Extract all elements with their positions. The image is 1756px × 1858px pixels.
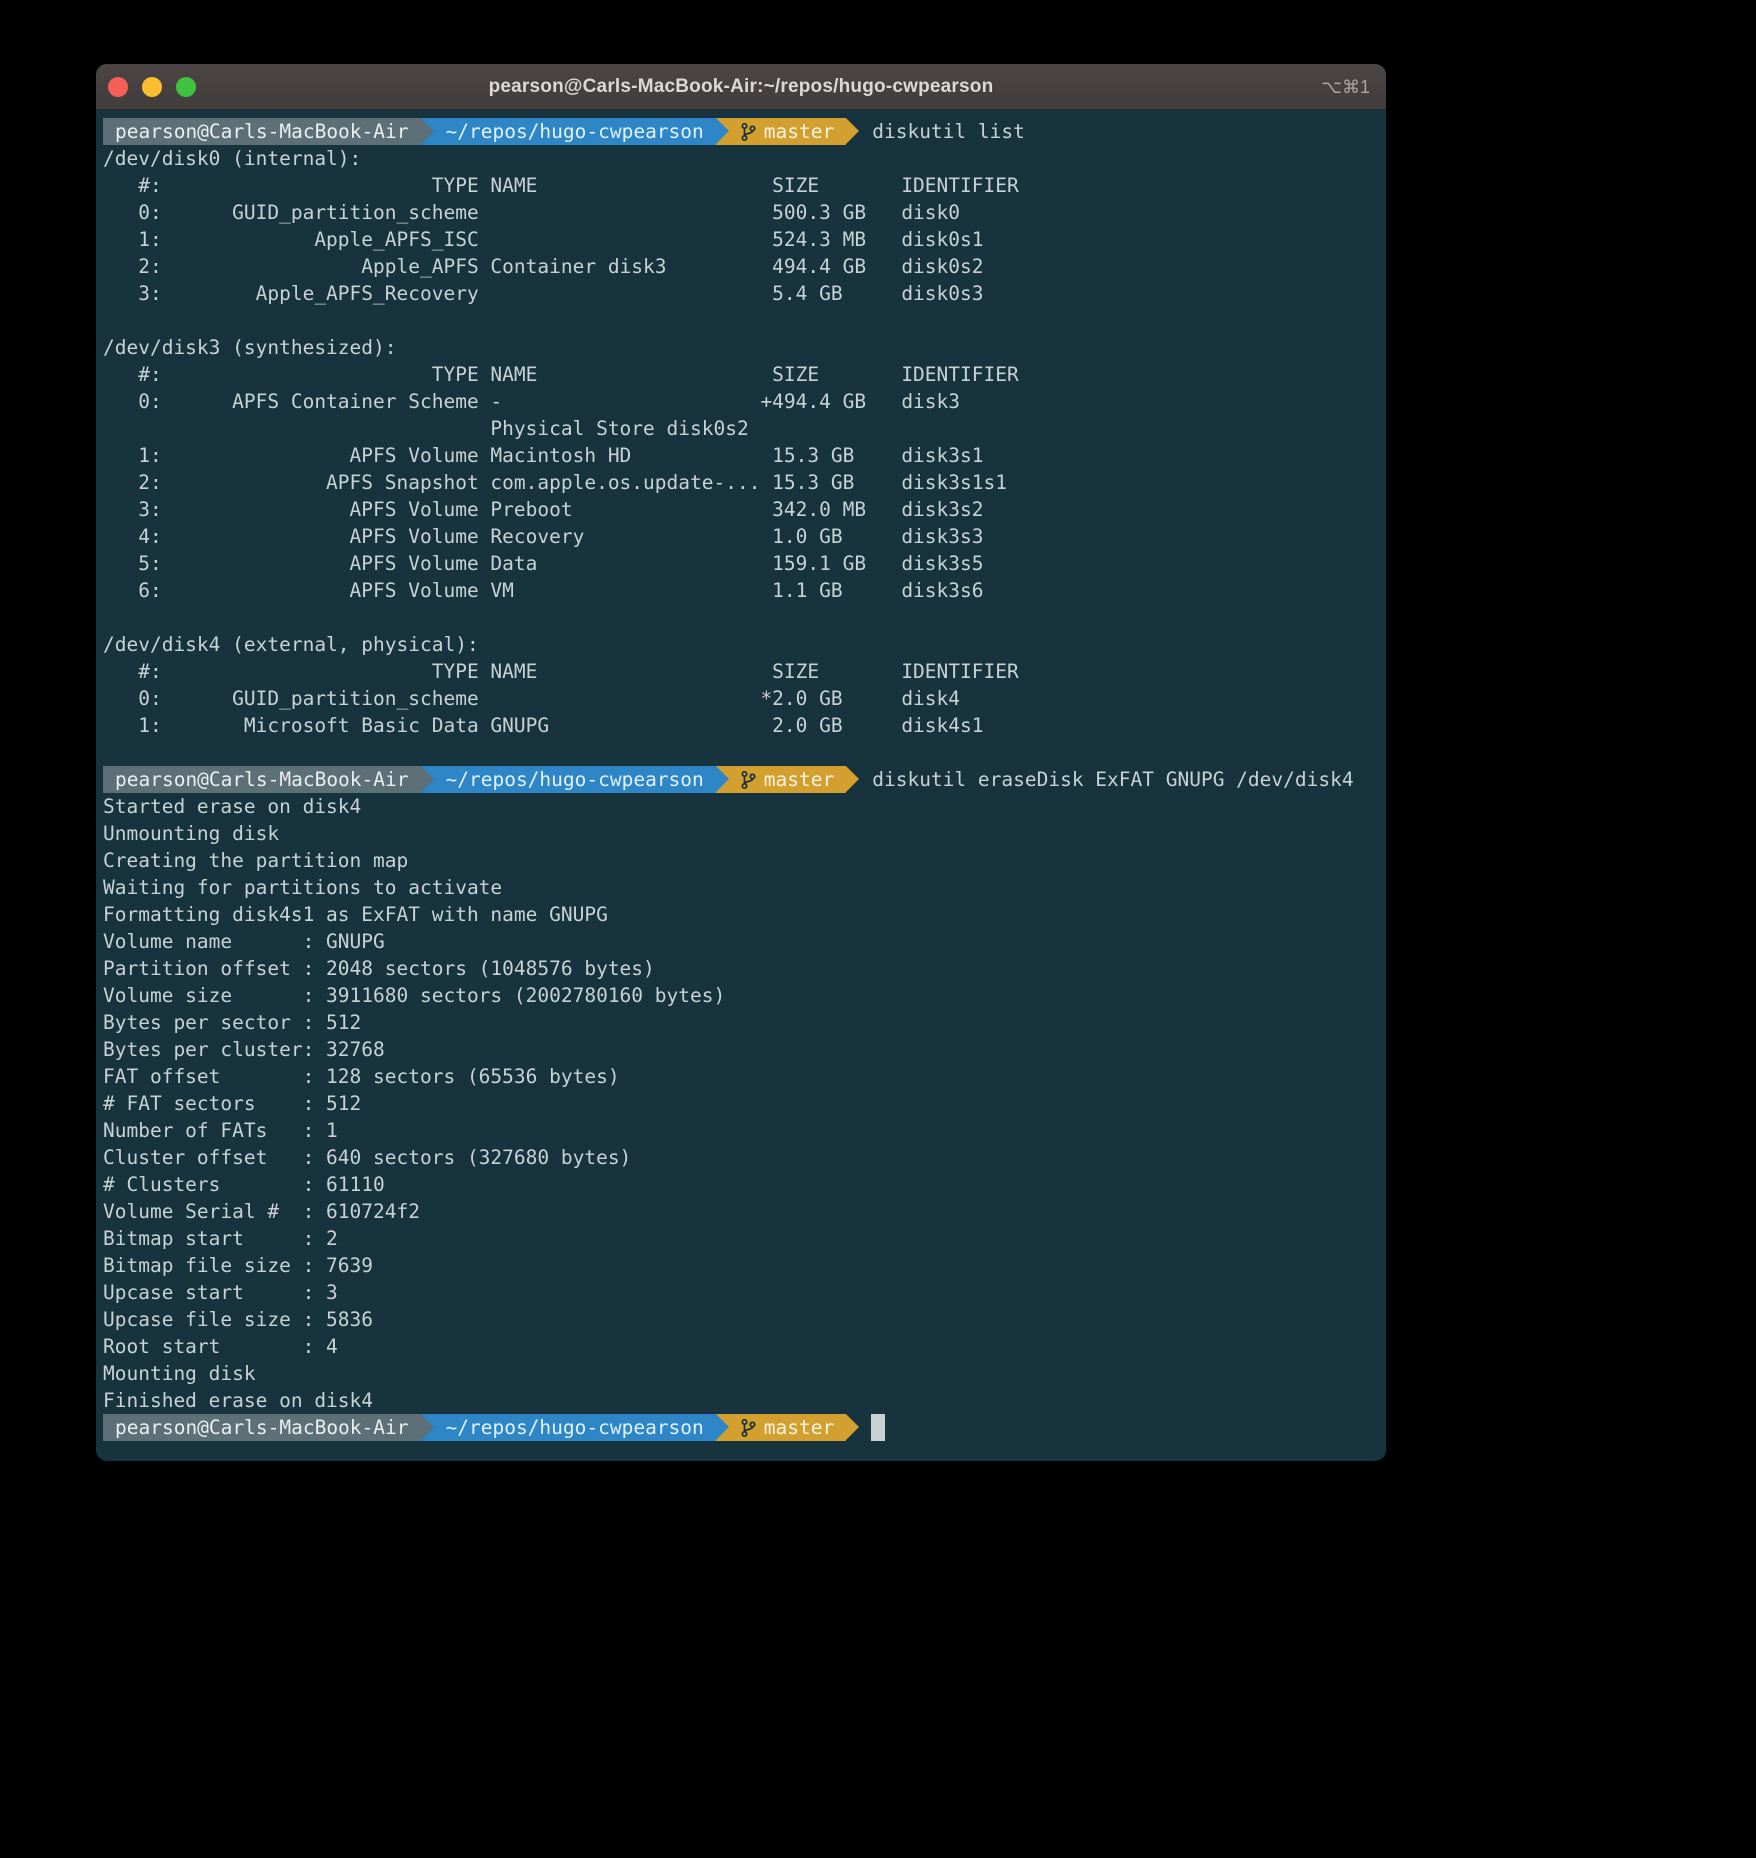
terminal-output-line: FAT offset : 128 sectors (65536 bytes) xyxy=(103,1063,1386,1090)
powerline-arrow-icon xyxy=(716,766,729,793)
prompt-branch-segment: master xyxy=(729,766,846,793)
terminal-output-line: Number of FATs : 1 xyxy=(103,1117,1386,1144)
terminal-output-line: Volume name : GNUPG xyxy=(103,928,1386,955)
terminal-output-line xyxy=(103,307,1386,334)
terminal-output-line: #: TYPE NAME SIZE IDENTIFIER xyxy=(103,172,1386,199)
terminal-output-line: 1: Apple_APFS_ISC 524.3 MB disk0s1 xyxy=(103,226,1386,253)
terminal-output-line: 2: Apple_APFS Container disk3 494.4 GB d… xyxy=(103,253,1386,280)
powerline-arrow-icon xyxy=(846,1414,859,1441)
prompt-branch-segment: master xyxy=(729,1414,846,1441)
prompt-path-segment: ~/repos/hugo-cwpearson xyxy=(434,118,716,145)
terminal-output-line: Bytes per sector : 512 xyxy=(103,1009,1386,1036)
powerline-arrow-icon xyxy=(421,118,434,145)
terminal-output-line: 5: APFS Volume Data 159.1 GB disk3s5 xyxy=(103,550,1386,577)
terminal-output-line: Finished erase on disk4 xyxy=(103,1387,1386,1414)
diskutil-list-output: /dev/disk0 (internal): #: TYPE NAME SIZE… xyxy=(103,145,1386,766)
terminal-output-line: Waiting for partitions to activate xyxy=(103,874,1386,901)
powerline-arrow-icon xyxy=(421,1414,434,1441)
terminal-output-line: # FAT sectors : 512 xyxy=(103,1090,1386,1117)
terminal-output-line: Root start : 4 xyxy=(103,1333,1386,1360)
terminal-output-line: /dev/disk0 (internal): xyxy=(103,145,1386,172)
terminal-output-line: 0: APFS Container Scheme - +494.4 GB dis… xyxy=(103,388,1386,415)
terminal-output-line: #: TYPE NAME SIZE IDENTIFIER xyxy=(103,361,1386,388)
git-branch-icon xyxy=(741,122,756,142)
prompt-path-segment: ~/repos/hugo-cwpearson xyxy=(434,766,716,793)
terminal-output-line: Volume Serial # : 610724f2 xyxy=(103,1198,1386,1225)
terminal-output-line: Formatting disk4s1 as ExFAT with name GN… xyxy=(103,901,1386,928)
prompt-line-3[interactable]: pearson@Carls-MacBook-Air ~/repos/hugo-c… xyxy=(103,1414,1386,1441)
git-branch-icon xyxy=(741,1418,756,1438)
terminal-output-line: 3: APFS Volume Preboot 342.0 MB disk3s2 xyxy=(103,496,1386,523)
prompt-path-segment: ~/repos/hugo-cwpearson xyxy=(434,1414,716,1441)
prompt-branch-segment: master xyxy=(729,118,846,145)
terminal-output-line: Started erase on disk4 xyxy=(103,793,1386,820)
git-branch-icon xyxy=(741,770,756,790)
prompt-line-2: pearson@Carls-MacBook-Air ~/repos/hugo-c… xyxy=(103,766,1386,793)
branch-name: master xyxy=(764,118,834,145)
terminal-window: pearson@Carls-MacBook-Air:~/repos/hugo-c… xyxy=(96,64,1386,1461)
powerline-arrow-icon xyxy=(716,118,729,145)
terminal-output-line: /dev/disk4 (external, physical): xyxy=(103,631,1386,658)
close-button[interactable] xyxy=(108,77,128,97)
desktop-background: { "window": { "title": "pearson@Carls-Ma… xyxy=(0,0,1756,1858)
terminal-output-line: 2: APFS Snapshot com.apple.os.update-...… xyxy=(103,469,1386,496)
window-shortcut-badge: ⌥⌘1 xyxy=(1321,64,1370,110)
traffic-lights xyxy=(108,77,196,97)
terminal-output-line: Upcase start : 3 xyxy=(103,1279,1386,1306)
branch-name: master xyxy=(764,766,834,793)
powerline-arrow-icon xyxy=(846,766,859,793)
terminal-output-line xyxy=(103,739,1386,766)
prompt-user-segment: pearson@Carls-MacBook-Air xyxy=(103,118,421,145)
prompt-user-segment: pearson@Carls-MacBook-Air xyxy=(103,766,421,793)
terminal-output-line: 3: Apple_APFS_Recovery 5.4 GB disk0s3 xyxy=(103,280,1386,307)
terminal-output-line: Bytes per cluster: 32768 xyxy=(103,1036,1386,1063)
terminal-output-line: Upcase file size : 5836 xyxy=(103,1306,1386,1333)
powerline-arrow-icon xyxy=(846,118,859,145)
erase-disk-output: Started erase on disk4Unmounting diskCre… xyxy=(103,793,1386,1414)
terminal-output-line: Physical Store disk0s2 xyxy=(103,415,1386,442)
terminal-output-line: 4: APFS Volume Recovery 1.0 GB disk3s3 xyxy=(103,523,1386,550)
window-title: pearson@Carls-MacBook-Air:~/repos/hugo-c… xyxy=(96,76,1386,98)
terminal-output-line: 1: APFS Volume Macintosh HD 15.3 GB disk… xyxy=(103,442,1386,469)
terminal-cursor xyxy=(871,1414,885,1441)
terminal-output-line: 0: GUID_partition_scheme *2.0 GB disk4 xyxy=(103,685,1386,712)
titlebar[interactable]: pearson@Carls-MacBook-Air:~/repos/hugo-c… xyxy=(96,64,1386,110)
terminal-output-line: # Clusters : 61110 xyxy=(103,1171,1386,1198)
terminal-body[interactable]: pearson@Carls-MacBook-Air ~/repos/hugo-c… xyxy=(96,110,1386,1441)
terminal-output-line: Bitmap start : 2 xyxy=(103,1225,1386,1252)
terminal-output-line: 0: GUID_partition_scheme 500.3 GB disk0 xyxy=(103,199,1386,226)
terminal-output-line: #: TYPE NAME SIZE IDENTIFIER xyxy=(103,658,1386,685)
prompt-user-segment: pearson@Carls-MacBook-Air xyxy=(103,1414,421,1441)
terminal-output-line: Mounting disk xyxy=(103,1360,1386,1387)
command-text: diskutil list xyxy=(872,118,1025,145)
branch-name: master xyxy=(764,1414,834,1441)
minimize-button[interactable] xyxy=(142,77,162,97)
terminal-output-line: /dev/disk3 (synthesized): xyxy=(103,334,1386,361)
command-text: diskutil eraseDisk ExFAT GNUPG /dev/disk… xyxy=(872,766,1353,793)
terminal-output-line: 6: APFS Volume VM 1.1 GB disk3s6 xyxy=(103,577,1386,604)
terminal-output-line: Bitmap file size : 7639 xyxy=(103,1252,1386,1279)
terminal-output-line xyxy=(103,604,1386,631)
terminal-output-line: Volume size : 3911680 sectors (200278016… xyxy=(103,982,1386,1009)
terminal-output-line: Partition offset : 2048 sectors (1048576… xyxy=(103,955,1386,982)
terminal-output-line: Unmounting disk xyxy=(103,820,1386,847)
powerline-arrow-icon xyxy=(716,1414,729,1441)
terminal-output-line: 1: Microsoft Basic Data GNUPG 2.0 GB dis… xyxy=(103,712,1386,739)
zoom-button[interactable] xyxy=(176,77,196,97)
terminal-output-line: Cluster offset : 640 sectors (327680 byt… xyxy=(103,1144,1386,1171)
prompt-line-1: pearson@Carls-MacBook-Air ~/repos/hugo-c… xyxy=(103,118,1386,145)
terminal-output-line: Creating the partition map xyxy=(103,847,1386,874)
powerline-arrow-icon xyxy=(421,766,434,793)
